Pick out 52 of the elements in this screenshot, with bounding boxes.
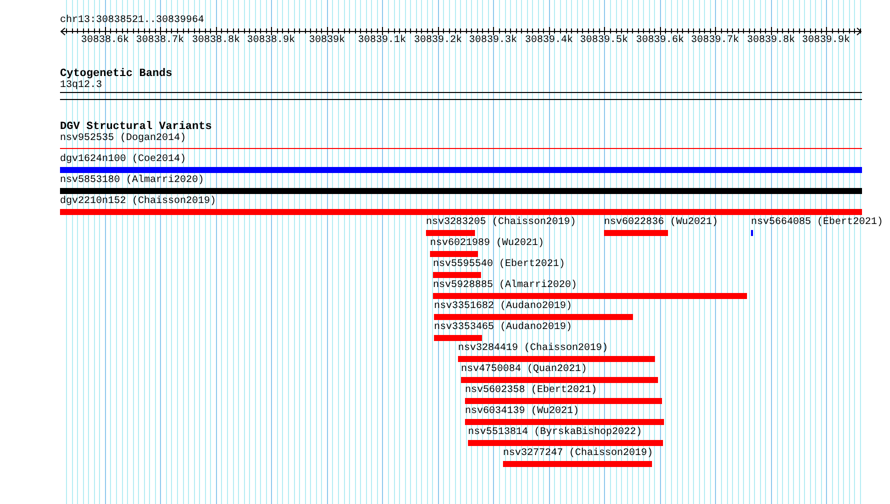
track-title: DGV Structural Variants <box>60 121 212 133</box>
ruler-tick-label: 30838.9k <box>247 35 295 47</box>
feature-label[interactable]: nsv952535 (Dogan2014) <box>60 133 186 145</box>
feature-label[interactable]: dgv1624n100 (Coe2014) <box>60 154 186 166</box>
feature-bar[interactable] <box>426 230 475 236</box>
feature-bar[interactable] <box>430 251 478 257</box>
band-label: 13q12.3 <box>60 80 102 92</box>
ruler-tick-label: 30839.4k <box>525 35 573 47</box>
feature-label[interactable]: nsv3284419 (Chaisson2019) <box>458 343 608 355</box>
feature-label[interactable]: nsv6034139 (Wu2021) <box>465 406 580 418</box>
feature-label[interactable]: nsv5853180 (Almarri2020) <box>60 175 204 187</box>
ruler-tick-label: 30839.5k <box>580 35 628 47</box>
feature-bar[interactable] <box>461 377 658 383</box>
feature-bar[interactable] <box>503 461 652 467</box>
feature-bar[interactable] <box>604 230 668 236</box>
feature-bar[interactable] <box>434 314 633 320</box>
feature-bar[interactable] <box>433 272 481 278</box>
feature-bar[interactable] <box>433 293 747 299</box>
feature-label[interactable]: nsv3277247 (Chaisson2019) <box>503 448 654 460</box>
ruler-tick-label: 30839.3k <box>469 35 517 47</box>
locus-label: chr13:30838521..30839964 <box>60 15 204 27</box>
ruler-tick-label: 30839.6k <box>636 35 684 47</box>
feature-bar[interactable] <box>468 440 663 446</box>
feature-bar[interactable] <box>60 167 862 173</box>
feature-label[interactable]: nsv5602358 (Ebert2021) <box>465 385 598 397</box>
feature-bar[interactable] <box>465 398 662 404</box>
feature-label[interactable]: nsv5513814 (ByrskaBishop2022) <box>468 427 642 439</box>
feature-label[interactable]: nsv3351682 (Audano2019) <box>434 301 572 313</box>
ruler-tick-label: 30838.8k <box>192 35 240 47</box>
feature-label[interactable]: nsv6022836 (Wu2021) <box>604 217 718 229</box>
feature-label[interactable]: nsv6021989 (Wu2021) <box>430 238 544 250</box>
ruler-tick-label: 30839.7k <box>691 35 739 47</box>
ruler-tick-label: 30839.9k <box>802 35 850 47</box>
ruler-tick-label: 30839.2k <box>414 35 462 47</box>
ruler-tick-label: 30839k <box>309 35 345 47</box>
feature-label[interactable]: nsv4750084 (Quan2021) <box>461 364 588 376</box>
ruler-tick-label: 30839.1k <box>358 35 406 47</box>
feature-bar[interactable] <box>465 419 664 425</box>
ruler-tick-label: 30838.6k <box>81 35 129 47</box>
feature-bar[interactable] <box>434 335 482 341</box>
feature-bar[interactable] <box>60 209 862 215</box>
ruler-tick-label: 30838.7k <box>136 35 184 47</box>
feature-label[interactable]: nsv5664085 (Ebert2021) <box>751 217 884 229</box>
feature-bar[interactable] <box>60 188 862 194</box>
ruler-tick-label: 30839.8k <box>747 35 795 47</box>
feature-bar[interactable] <box>458 356 655 362</box>
track-title: Cytogenetic Bands <box>60 68 172 80</box>
feature-label[interactable]: dgv2210n152 (Chaisson2019) <box>60 196 216 208</box>
feature-label[interactable]: nsv3353465 (Audano2019) <box>434 322 572 334</box>
feature-label[interactable]: nsv3283205 (Chaisson2019) <box>426 217 576 229</box>
feature-label[interactable]: nsv5595540 (Ebert2021) <box>433 259 566 271</box>
feature-label[interactable]: nsv5928885 (Almarri2020) <box>433 280 578 292</box>
